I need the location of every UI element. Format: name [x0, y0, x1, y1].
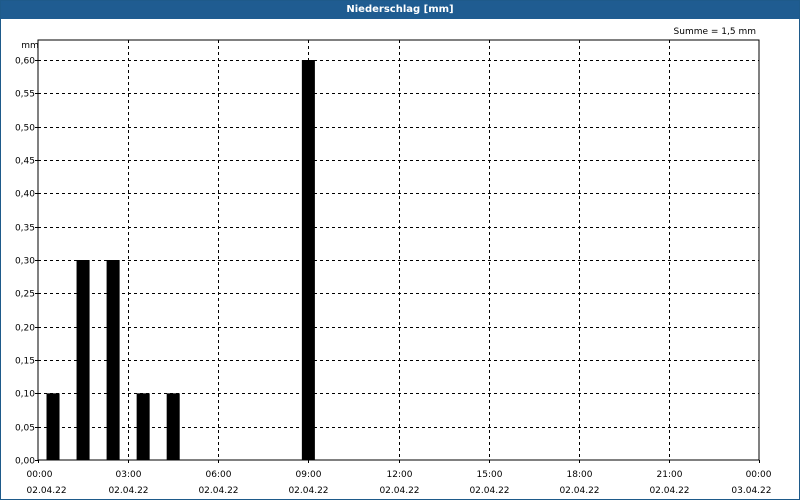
- x-tick-date-label: 02.04.22: [379, 486, 419, 496]
- y-tick-label: 0,35: [15, 224, 35, 234]
- x-tick-date-label: 02.04.22: [288, 486, 328, 496]
- y-tick-label: 0,05: [15, 424, 35, 434]
- x-tick-time-label: 18:00: [567, 470, 593, 480]
- x-tick-date-label: 02.04.22: [649, 486, 689, 496]
- x-tick-date-label: 03.04.22: [731, 486, 771, 496]
- sum-annotation: Summe = 1,5 mm: [674, 27, 756, 37]
- y-tick-label: 0,10: [15, 390, 35, 400]
- x-tick-time-label: 06:00: [206, 470, 232, 480]
- y-tick-label: 0,55: [15, 90, 35, 100]
- x-tick-time-label: 09:00: [296, 470, 322, 480]
- y-tick-label: 0,50: [15, 124, 35, 134]
- x-tick-date-label: 02.04.22: [198, 486, 238, 496]
- y-tick-label: 0,00: [15, 457, 35, 467]
- x-tick-time-label: 00:00: [27, 470, 53, 480]
- precipitation-bar: [76, 260, 90, 460]
- y-axis-unit-label: mm: [21, 41, 39, 51]
- y-tick-label: 0,40: [15, 190, 35, 200]
- y-tick-label: 0,30: [15, 257, 35, 267]
- x-tick-date-label: 02.04.22: [27, 486, 67, 496]
- x-tick-date-label: 02.04.22: [559, 486, 599, 496]
- x-tick-date-label: 02.04.22: [108, 486, 148, 496]
- y-tick-label: 0,15: [15, 357, 35, 367]
- x-tick-time-label: 00:00: [746, 470, 772, 480]
- precipitation-bar: [106, 260, 120, 460]
- precipitation-chart: 0,00 0,05 0,10 0,15 0,20 0,25 0,30 0,35 0,40 0,45…: [15, 27, 772, 496]
- precipitation-bar: [166, 393, 180, 460]
- x-tick-time-label: 15:00: [477, 470, 503, 480]
- y-tick-label: 0,60: [15, 57, 35, 67]
- x-tick-time-label: 12:00: [387, 470, 413, 480]
- y-tick-label: 0,45: [15, 157, 35, 167]
- precipitation-bar: [136, 393, 150, 460]
- x-tick-time-label: 03:00: [116, 470, 142, 480]
- precipitation-bar: [46, 393, 60, 460]
- y-tick-label: 0,20: [15, 324, 35, 334]
- x-tick-time-label: 21:00: [657, 470, 683, 480]
- x-tick-date-label: 02.04.22: [469, 486, 509, 496]
- precipitation-bar: [301, 60, 315, 460]
- y-tick-label: 0,25: [15, 290, 35, 300]
